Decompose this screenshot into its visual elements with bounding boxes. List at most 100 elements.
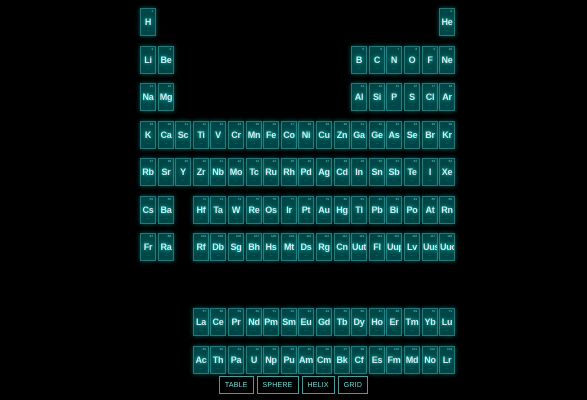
element-tile-mo[interactable]: 42 Mo – – [228, 158, 244, 186]
element-tile-ca[interactable]: 20 Ca – – [158, 121, 174, 149]
element-tile-fm[interactable]: 100 Fm – – [386, 346, 402, 374]
element-tile-es[interactable]: 99 Es – – [369, 346, 385, 374]
element-tile-dy[interactable]: 66 Dy – – [351, 308, 367, 336]
element-tile-br[interactable]: 35 Br – – [422, 121, 438, 149]
element-tile-ds[interactable]: 110 Ds – – [298, 233, 314, 261]
element-tile-bk[interactable]: 97 Bk – – [334, 346, 350, 374]
element-tile-rh[interactable]: 45 Rh – – [281, 158, 297, 186]
element-tile-as[interactable]: 33 As – – [386, 121, 402, 149]
element-tile-no[interactable]: 102 No – – [422, 346, 438, 374]
element-tile-cm[interactable]: 96 Cm – – [316, 346, 332, 374]
element-tile-np[interactable]: 93 Np – – [263, 346, 279, 374]
element-tile-k[interactable]: 19 K – – [140, 121, 156, 149]
element-tile-be[interactable]: 4 Be – – [158, 46, 174, 74]
element-tile-pb[interactable]: 82 Pb – – [369, 196, 385, 224]
element-tile-rf[interactable]: 104 Rf – – [193, 233, 209, 261]
element-tile-in[interactable]: 49 In – – [351, 158, 367, 186]
element-tile-er[interactable]: 68 Er – – [386, 308, 402, 336]
helix-button[interactable]: HELIX [301, 376, 335, 394]
grid-button[interactable]: GRID [337, 376, 369, 394]
element-tile-sg[interactable]: 106 Sg – – [228, 233, 244, 261]
element-tile-lu[interactable]: 71 Lu – – [439, 308, 455, 336]
element-tile-lr[interactable]: 103 Lr – – [439, 346, 455, 374]
element-tile-sn[interactable]: 50 Sn – – [369, 158, 385, 186]
table-button[interactable]: TABLE [218, 376, 254, 394]
element-tile-pr[interactable]: 59 Pr – – [228, 308, 244, 336]
element-tile-tc[interactable]: 43 Tc – – [246, 158, 262, 186]
element-tile-w[interactable]: 74 W – – [228, 196, 244, 224]
element-tile-sm[interactable]: 62 Sm – – [281, 308, 297, 336]
element-tile-po[interactable]: 84 Po – – [404, 196, 420, 224]
element-tile-ni[interactable]: 28 Ni – – [298, 121, 314, 149]
element-tile-sc[interactable]: 21 Sc – – [175, 121, 191, 149]
element-tile-al[interactable]: 13 Al – – [351, 83, 367, 111]
element-tile-u[interactable]: 92 U – – [246, 346, 262, 374]
element-tile-mg[interactable]: 12 Mg – – [158, 83, 174, 111]
element-tile-ra[interactable]: 88 Ra – – [158, 233, 174, 261]
element-tile-v[interactable]: 23 V – – [210, 121, 226, 149]
element-tile-xe[interactable]: 54 Xe – – [439, 158, 455, 186]
element-tile-bi[interactable]: 83 Bi – – [386, 196, 402, 224]
element-tile-ge[interactable]: 32 Ge – – [369, 121, 385, 149]
element-tile-ti[interactable]: 22 Ti – – [193, 121, 209, 149]
element-tile-rn[interactable]: 86 Rn – – [439, 196, 455, 224]
element-tile-au[interactable]: 79 Au – – [316, 196, 332, 224]
element-tile-ir[interactable]: 77 Ir – – [281, 196, 297, 224]
element-tile-zn[interactable]: 30 Zn – – [334, 121, 350, 149]
element-tile-pu[interactable]: 94 Pu – – [281, 346, 297, 374]
element-tile-la[interactable]: 57 La – – [193, 308, 209, 336]
element-tile-sr[interactable]: 38 Sr – – [158, 158, 174, 186]
element-tile-pa[interactable]: 91 Pa – – [228, 346, 244, 374]
element-tile-ac[interactable]: 89 Ac – – [193, 346, 209, 374]
element-tile-f[interactable]: 9 F – – [422, 46, 438, 74]
element-tile-nd[interactable]: 60 Nd – – [246, 308, 262, 336]
element-tile-md[interactable]: 101 Md – – [404, 346, 420, 374]
element-tile-o[interactable]: 8 O – – [404, 46, 420, 74]
element-tile-at[interactable]: 85 At – – [422, 196, 438, 224]
element-tile-ne[interactable]: 10 Ne – – [439, 46, 455, 74]
element-tile-se[interactable]: 34 Se – – [404, 121, 420, 149]
element-tile-s[interactable]: 16 S – – [404, 83, 420, 111]
element-tile-rb[interactable]: 37 Rb – – [140, 158, 156, 186]
element-tile-fr[interactable]: 87 Fr – – [140, 233, 156, 261]
element-tile-cd[interactable]: 48 Cd – – [334, 158, 350, 186]
element-tile-ru[interactable]: 44 Ru – – [263, 158, 279, 186]
element-tile-lv[interactable]: 116 Lv – – [404, 233, 420, 261]
element-tile-ce[interactable]: 58 Ce – – [210, 308, 226, 336]
element-tile-b[interactable]: 5 B – – [351, 46, 367, 74]
element-tile-uup[interactable]: 115 Uup – – [386, 233, 402, 261]
element-tile-nb[interactable]: 41 Nb – – [210, 158, 226, 186]
element-tile-sb[interactable]: 51 Sb – – [386, 158, 402, 186]
element-tile-te[interactable]: 52 Te – – [404, 158, 420, 186]
element-tile-uuo[interactable]: 118 Uuo – – [439, 233, 455, 261]
element-tile-ho[interactable]: 67 Ho – – [369, 308, 385, 336]
element-tile-p[interactable]: 15 P – – [386, 83, 402, 111]
element-tile-li[interactable]: 3 Li – – [140, 46, 156, 74]
element-tile-th[interactable]: 90 Th – – [210, 346, 226, 374]
element-tile-he[interactable]: 2 He – – [439, 8, 455, 36]
element-tile-cf[interactable]: 98 Cf – – [351, 346, 367, 374]
element-tile-c[interactable]: 6 C – – [369, 46, 385, 74]
element-tile-ar[interactable]: 18 Ar – – [439, 83, 455, 111]
element-tile-cr[interactable]: 24 Cr – – [228, 121, 244, 149]
element-tile-n[interactable]: 7 N – – [386, 46, 402, 74]
element-tile-mn[interactable]: 25 Mn – – [246, 121, 262, 149]
element-tile-ga[interactable]: 31 Ga – – [351, 121, 367, 149]
element-tile-i[interactable]: 53 I – – [422, 158, 438, 186]
element-tile-pd[interactable]: 46 Pd – – [298, 158, 314, 186]
element-tile-tm[interactable]: 69 Tm – – [404, 308, 420, 336]
element-tile-cl[interactable]: 17 Cl – – [422, 83, 438, 111]
element-tile-tb[interactable]: 65 Tb – – [334, 308, 350, 336]
element-tile-cs[interactable]: 55 Cs – – [140, 196, 156, 224]
element-tile-cu[interactable]: 29 Cu – – [316, 121, 332, 149]
element-tile-na[interactable]: 11 Na – – [140, 83, 156, 111]
element-tile-db[interactable]: 105 Db – – [210, 233, 226, 261]
element-tile-ag[interactable]: 47 Ag – – [316, 158, 332, 186]
element-tile-co[interactable]: 27 Co – – [281, 121, 297, 149]
element-tile-mt[interactable]: 109 Mt – – [281, 233, 297, 261]
element-tile-tl[interactable]: 81 Tl – – [351, 196, 367, 224]
element-tile-hf[interactable]: 72 Hf – – [193, 196, 209, 224]
element-tile-uus[interactable]: 117 Uus – – [422, 233, 438, 261]
element-tile-eu[interactable]: 63 Eu – – [298, 308, 314, 336]
element-tile-ba[interactable]: 56 Ba – – [158, 196, 174, 224]
